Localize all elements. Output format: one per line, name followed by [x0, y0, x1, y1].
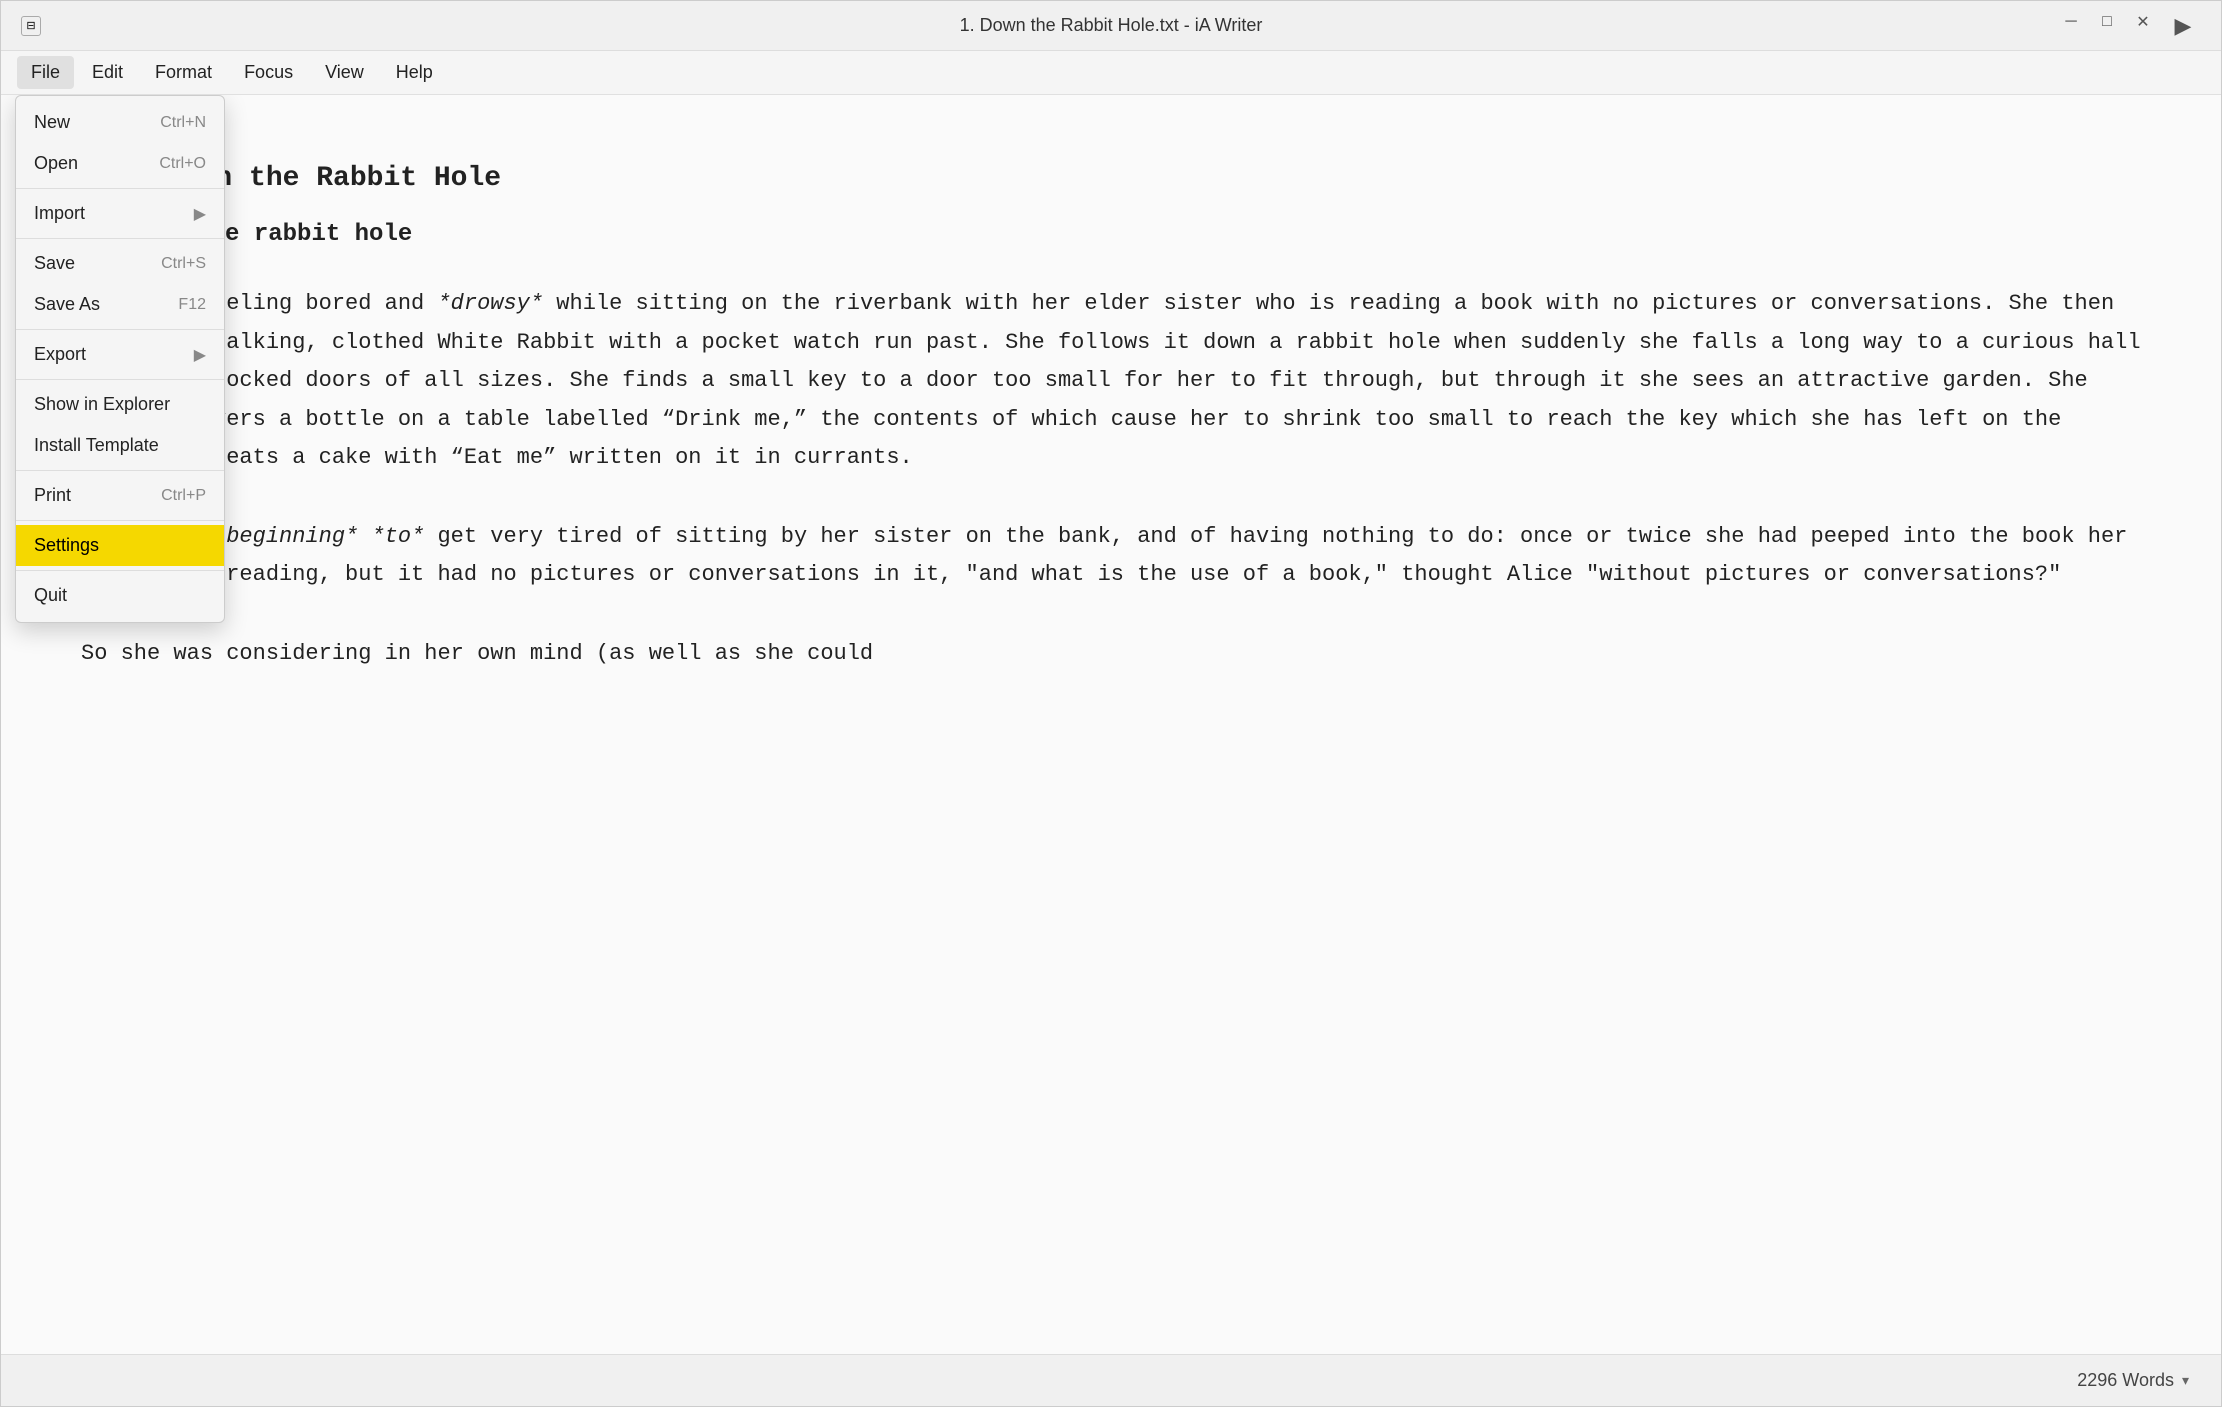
menu-item-format[interactable]: Format	[141, 56, 226, 89]
menu-save[interactable]: Save Ctrl+S	[16, 243, 224, 284]
editor-paragraph1: Alice is feeling bored and *drowsy* whil…	[81, 285, 2141, 478]
menu-print[interactable]: Print Ctrl+P	[16, 475, 224, 516]
window-title: 1. Down the Rabbit Hole.txt - iA Writer	[960, 15, 1263, 36]
divider-1	[16, 188, 224, 189]
menu-export-arrow: ▶	[194, 345, 206, 365]
menu-settings[interactable]: Settings	[16, 525, 224, 566]
sidebar-toggle-button[interactable]: ⊟	[21, 16, 41, 36]
word-count-button[interactable]: 2296 Words ▾	[2065, 1364, 2201, 1397]
menu-print-shortcut: Ctrl+P	[161, 487, 206, 505]
editor-paragraph3: So she was considering in her own mind (…	[81, 635, 2141, 674]
menu-export[interactable]: Export ▶	[16, 334, 224, 375]
title-bar: ⊟ 1. Down the Rabbit Hole.txt - iA Write…	[1, 1, 2221, 51]
close-button[interactable]: ✕	[2129, 8, 2157, 36]
menu-settings-label: Settings	[34, 535, 99, 556]
menu-import-arrow: ▶	[194, 204, 206, 224]
menu-item-file[interactable]: File	[17, 56, 74, 89]
menu-import[interactable]: Import ▶	[16, 193, 224, 234]
content-area: New Ctrl+N Open Ctrl+O Import ▶ Save Ctr…	[1, 95, 2221, 1354]
editor-heading2: ## Into the rabbit hole	[81, 215, 2141, 256]
divider-3	[16, 329, 224, 330]
menu-open-label: Open	[34, 153, 78, 174]
menu-show-in-explorer-label: Show in Explorer	[34, 394, 170, 415]
menu-item-edit[interactable]: Edit	[78, 56, 137, 89]
divider-5	[16, 470, 224, 471]
menu-print-label: Print	[34, 485, 71, 506]
menu-save-label: Save	[34, 253, 75, 274]
menu-save-as[interactable]: Save As F12	[16, 284, 224, 325]
title-bar-controls: ⊟	[21, 16, 41, 36]
menu-item-focus[interactable]: Focus	[230, 56, 307, 89]
divider-7	[16, 570, 224, 571]
menu-new[interactable]: New Ctrl+N	[16, 102, 224, 143]
file-dropdown-menu: New Ctrl+N Open Ctrl+O Import ▶ Save Ctr…	[15, 95, 225, 623]
menu-quit[interactable]: Quit	[16, 575, 224, 616]
menu-install-template-label: Install Template	[34, 435, 159, 456]
editor-heading1: # 1. Down the Rabbit Hole	[81, 155, 2141, 203]
menu-install-template[interactable]: Install Template	[16, 425, 224, 466]
chevron-down-icon: ▾	[2182, 1372, 2189, 1389]
editor[interactable]: # 1. Down the Rabbit Hole ## Into the ra…	[1, 95, 2221, 1354]
window-controls: ─ □ ✕ ▶	[2057, 8, 2201, 44]
menu-export-label: Export	[34, 344, 86, 365]
menu-open[interactable]: Open Ctrl+O	[16, 143, 224, 184]
menu-save-shortcut: Ctrl+S	[161, 255, 206, 273]
maximize-button[interactable]: □	[2093, 8, 2121, 36]
menu-item-view[interactable]: View	[311, 56, 378, 89]
menu-item-help[interactable]: Help	[382, 56, 447, 89]
menu-open-shortcut: Ctrl+O	[159, 155, 206, 173]
menu-new-label: New	[34, 112, 70, 133]
run-button[interactable]: ▶	[2165, 8, 2201, 44]
main-window: ⊟ 1. Down the Rabbit Hole.txt - iA Write…	[0, 0, 2222, 1407]
divider-2	[16, 238, 224, 239]
word-count-label: 2296 Words	[2077, 1370, 2174, 1391]
divider-6	[16, 520, 224, 521]
menu-save-as-label: Save As	[34, 294, 100, 315]
menu-import-label: Import	[34, 203, 85, 224]
status-bar: 2296 Words ▾	[1, 1354, 2221, 1406]
menu-show-in-explorer[interactable]: Show in Explorer	[16, 384, 224, 425]
menu-bar: File Edit Format Focus View Help	[1, 51, 2221, 95]
menu-new-shortcut: Ctrl+N	[160, 114, 206, 132]
divider-4	[16, 379, 224, 380]
minimize-button[interactable]: ─	[2057, 8, 2085, 36]
menu-save-as-shortcut: F12	[178, 296, 206, 314]
editor-paragraph2: Alice was *beginning* *to* get very tire…	[81, 518, 2141, 595]
menu-quit-label: Quit	[34, 585, 67, 606]
